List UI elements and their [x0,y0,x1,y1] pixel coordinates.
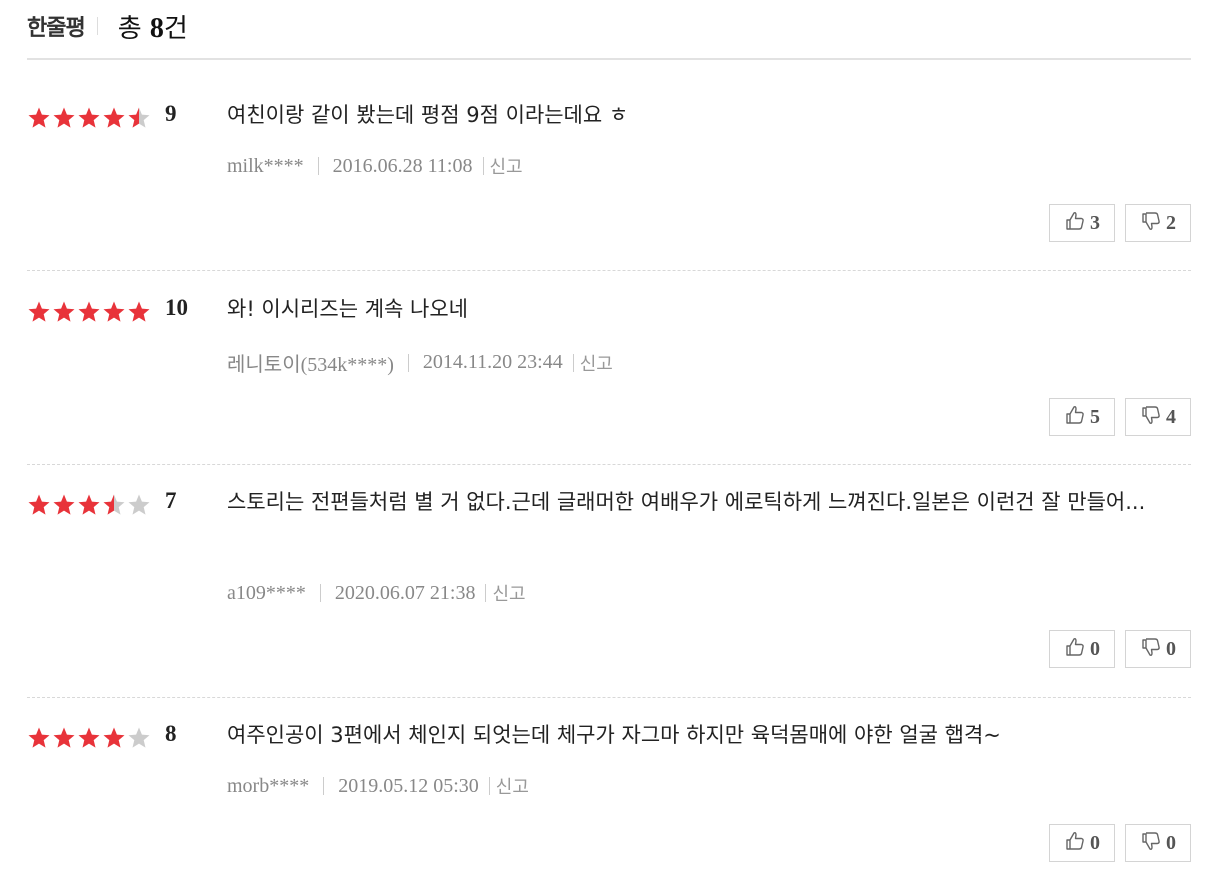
total-number: 8 [149,12,164,44]
dislike-count: 0 [1166,831,1176,854]
star-icon [27,106,52,130]
like-button[interactable]: 3 [1049,204,1115,242]
rating-score: 8 [165,721,177,746]
star-icon [27,726,52,750]
star-icon [52,300,77,324]
dislike-button[interactable]: 4 [1125,398,1191,436]
review-date: 2016.06.28 11:08 [332,154,473,177]
review-meta: 레니토이(534k****) 2014.11.20 23:44 신고 [227,348,613,377]
review-divider [27,697,1191,698]
star-icon [127,300,152,324]
review-text: 스토리는 전편들처럼 별 거 없다.근데 글래머한 여배우가 에로틱하게 느껴진… [227,490,1146,514]
star-icon [52,493,77,517]
review-meta: a109**** 2020.06.07 21:38 신고 [227,580,526,606]
vote-buttons: 3 2 [1049,204,1191,242]
review-date: 2014.11.20 23:44 [422,351,563,373]
meta-separator [482,157,484,175]
total-count: 총 8건 [118,8,188,45]
thumbs-down-icon [1140,210,1162,236]
meta-separator [488,777,490,795]
thumbs-down-icon [1140,830,1162,856]
review-user: 레니토이(534k****) [227,354,394,376]
review-user: morb**** [227,774,310,797]
rating-score: 7 [165,488,177,513]
like-count: 5 [1090,405,1100,428]
section-title: 한줄평 [27,16,86,41]
review-text: 여주인공이 3편에서 체인지 되엇는데 체구가 자그마 하지만 육덕몸매에 야한… [227,723,1001,747]
review-divider [27,270,1191,271]
dislike-button[interactable]: 2 [1125,204,1191,242]
meta-separator [407,353,409,372]
star-icon [127,106,152,130]
star-icon [77,106,102,130]
star-icon [102,493,127,517]
star-icon [102,300,127,324]
review-divider [27,464,1191,465]
meta-separator [323,777,325,795]
thumbs-down-icon [1140,636,1162,662]
vote-buttons: 0 0 [1049,824,1191,862]
header-separator [96,17,98,35]
report-link[interactable]: 신고 [580,350,613,376]
dislike-count: 4 [1166,405,1176,428]
star-icon [77,300,102,324]
review-meta: milk**** 2016.06.28 11:08 신고 [227,153,523,179]
dislike-count: 2 [1166,211,1176,234]
dislike-button[interactable]: 0 [1125,630,1191,668]
total-suffix: 건 [163,13,188,44]
like-button[interactable]: 0 [1049,630,1115,668]
review-text: 여친이랑 같이 봤는데 평점 9점 이라는데요 ㅎ [227,103,629,127]
review-date: 2019.05.12 05:30 [338,774,479,797]
thumbs-down-icon [1140,404,1162,430]
review-text: 와! 이시리즈는 계속 나오네 [227,297,468,321]
report-link[interactable]: 신고 [490,153,523,179]
star-icon [102,726,127,750]
star-icon [127,726,152,750]
star-icon [52,106,77,130]
meta-separator [317,157,319,175]
vote-buttons: 0 0 [1049,630,1191,668]
dislike-button[interactable]: 0 [1125,824,1191,862]
meta-separator [572,353,574,372]
star-icon [52,726,77,750]
star-rating [27,726,152,750]
like-count: 0 [1090,637,1100,660]
like-count: 3 [1090,211,1100,234]
review-meta: morb**** 2019.05.12 05:30 신고 [227,773,529,799]
total-prefix: 총 [117,13,150,44]
thumbs-up-icon [1064,404,1086,430]
like-count: 0 [1090,831,1100,854]
meta-separator [485,584,487,602]
report-link[interactable]: 신고 [496,773,529,799]
star-icon [102,106,127,130]
star-rating [27,300,152,324]
review-user: milk**** [227,154,304,177]
meta-separator [319,584,321,602]
vote-buttons: 5 4 [1049,398,1191,436]
star-icon [77,726,102,750]
header-divider [27,58,1191,60]
thumbs-up-icon [1064,636,1086,662]
thumbs-up-icon [1064,210,1086,236]
dislike-count: 0 [1166,637,1176,660]
star-rating [27,106,152,130]
rating-score: 10 [165,295,188,320]
rating-score: 9 [165,101,177,126]
star-icon [127,493,152,517]
like-button[interactable]: 0 [1049,824,1115,862]
review-header: 한줄평 총 8건 [27,6,188,46]
like-button[interactable]: 5 [1049,398,1115,436]
star-icon [27,493,52,517]
star-icon [77,493,102,517]
star-rating [27,493,152,517]
thumbs-up-icon [1064,830,1086,856]
review-user: a109**** [227,581,306,604]
star-icon [27,300,52,324]
review-date: 2020.06.07 21:38 [334,581,476,604]
report-link[interactable]: 신고 [492,580,525,606]
